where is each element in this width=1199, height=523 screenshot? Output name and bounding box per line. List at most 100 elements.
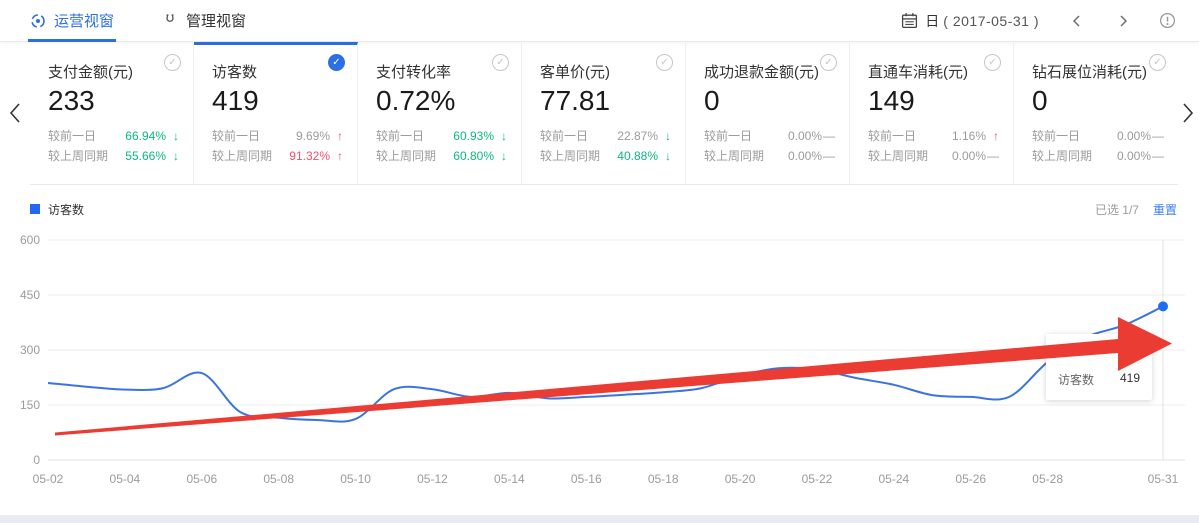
svg-text:05-02: 05-02: [33, 472, 64, 486]
svg-text:05-16: 05-16: [571, 472, 602, 486]
management-window-icon: [162, 13, 178, 29]
compare-value: 0.00%: [788, 129, 822, 143]
svg-text:05-31: 05-31: [1148, 472, 1179, 486]
line-chart[interactable]: 015030045060005-0205-0405-0605-0805-1005…: [0, 224, 1199, 523]
card-title: 成功退款金额(元): [704, 61, 835, 82]
compare-label: 较前一日: [376, 129, 424, 143]
card-value: 77.81: [540, 83, 671, 119]
prev-date-button[interactable]: [1069, 13, 1085, 29]
svg-text:05-10: 05-10: [340, 472, 371, 486]
svg-text:150: 150: [20, 398, 40, 412]
card-title: 钻石展位消耗(元): [1032, 61, 1164, 82]
date-controls: 日 ( 2017-05-31 ): [901, 11, 1176, 31]
card-value: 0: [1032, 83, 1164, 119]
metric-cards-row: ✓ 支付金额(元) 233 较前一日66.94%↓ 较上周同期55.66%↓ ✓…: [30, 42, 1178, 185]
trend-arrow-icon: —: [986, 149, 999, 163]
compare-label: 较前一日: [704, 129, 752, 143]
compare-label: 较上周同期: [48, 149, 108, 163]
compare-label: 较前一日: [48, 129, 96, 143]
chart-legend-bar: 访客数 已选 1/7 重置: [30, 197, 1177, 221]
chevron-right-icon: [1115, 13, 1131, 29]
compare-label: 较前一日: [540, 129, 588, 143]
svg-text:05-22: 05-22: [802, 472, 833, 486]
metric-card-visitors[interactable]: ✓ 访客数 419 较前一日9.69%↑ 较上周同期91.32%↑: [194, 42, 358, 184]
trend-arrow-icon: —: [822, 129, 835, 143]
cards-scroll-right-button[interactable]: [1180, 100, 1196, 131]
card-check-icon[interactable]: ✓: [164, 54, 181, 71]
next-date-button[interactable]: [1115, 13, 1131, 29]
trend-arrow-icon: —: [1151, 149, 1164, 163]
card-title: 访客数: [212, 61, 343, 82]
calendar-icon[interactable]: [901, 12, 918, 29]
svg-text:05-08: 05-08: [263, 472, 294, 486]
compare-value: 0.00%: [1117, 129, 1151, 143]
compare-value: 40.88%: [617, 149, 658, 163]
svg-text:05-04: 05-04: [110, 472, 141, 486]
trend-arrow-icon: ↑: [986, 129, 999, 143]
card-check-icon[interactable]: ✓: [328, 54, 345, 71]
tab-management-window[interactable]: 管理视窗: [162, 0, 246, 41]
card-check-icon[interactable]: ✓: [820, 54, 837, 71]
compare-label: 较前一日: [212, 129, 260, 143]
date-granularity[interactable]: 日: [925, 11, 939, 31]
compare-label: 较上周同期: [868, 149, 928, 163]
cards-scroll-left-button[interactable]: [7, 100, 23, 131]
compare-label: 较上周同期: [1032, 149, 1092, 163]
compare-value: 22.87%: [617, 129, 658, 143]
compare-label: 较前一日: [1032, 129, 1080, 143]
compare-value: 60.80%: [453, 149, 494, 163]
metric-card-price-per-order[interactable]: ✓ 客单价(元) 77.81 较前一日22.87%↓ 较上周同期40.88%↓: [522, 42, 686, 184]
compare-label: 较上周同期: [212, 149, 272, 163]
svg-text:05-12: 05-12: [417, 472, 448, 486]
top-tab-bar: 运营视窗 管理视窗 日 ( 2017-05-31 ): [0, 0, 1199, 42]
metric-card-payment-amount[interactable]: ✓ 支付金额(元) 233 较前一日66.94%↓ 较上周同期55.66%↓: [30, 42, 194, 184]
trend-arrow-icon: ↓: [166, 129, 179, 143]
tooltip-date: 05-31: [1058, 343, 1140, 357]
trend-arrow-icon: —: [1151, 129, 1164, 143]
card-check-icon[interactable]: ✓: [1149, 54, 1166, 71]
chevron-left-icon: [1069, 13, 1085, 29]
card-title: 直通车消耗(元): [868, 61, 999, 82]
metric-card-diamond-spend[interactable]: ✓ 钻石展位消耗(元) 0 较前一日 0.00%— 较上周同期 0.00%—: [1014, 42, 1178, 184]
svg-text:05-14: 05-14: [494, 472, 525, 486]
trend-arrow-icon: ↑: [330, 149, 343, 163]
compare-value: 0.00%: [1117, 149, 1151, 163]
trend-arrow-icon: —: [822, 149, 835, 163]
card-value: 233: [48, 83, 179, 119]
metric-card-conversion-rate[interactable]: ✓ 支付转化率 0.72% 较前一日60.93%↓ 较上周同期60.80%↓: [358, 42, 522, 184]
svg-text:05-24: 05-24: [879, 472, 910, 486]
compare-value: 0.00%: [788, 149, 822, 163]
trend-arrow-icon: ↑: [330, 129, 343, 143]
card-value: 0.72%: [376, 83, 507, 119]
date-value: ( 2017-05-31 ): [943, 13, 1039, 29]
card-check-icon[interactable]: ✓: [492, 54, 509, 71]
compare-value: 0.00%: [952, 149, 986, 163]
chevron-right-icon: [1180, 100, 1196, 126]
tab-label: 管理视窗: [186, 10, 246, 31]
card-check-icon[interactable]: ✓: [984, 54, 1001, 71]
trend-arrow-icon: ↓: [658, 149, 671, 163]
compare-label: 较上周同期: [540, 149, 600, 163]
svg-text:05-18: 05-18: [648, 472, 679, 486]
metric-card-ztc-spend[interactable]: ✓ 直通车消耗(元) 149 较前一日1.16%↑ 较上周同期0.00%—: [850, 42, 1014, 184]
card-value: 419: [212, 83, 343, 119]
chevron-left-icon: [7, 100, 23, 126]
reset-link[interactable]: 重置: [1153, 201, 1177, 218]
svg-text:300: 300: [20, 343, 40, 357]
operations-window-icon: [30, 13, 46, 29]
info-button[interactable]: [1159, 12, 1176, 29]
svg-text:600: 600: [20, 233, 40, 247]
selected-count: 已选 1/7: [1095, 201, 1139, 218]
compare-label: 较上周同期: [376, 149, 436, 163]
trend-arrow-icon: ↓: [494, 149, 507, 163]
card-title: 客单价(元): [540, 61, 671, 82]
compare-value: 91.32%: [289, 149, 330, 163]
compare-value: 60.93%: [453, 129, 494, 143]
metric-card-refund-amount[interactable]: ✓ 成功退款金额(元) 0 较前一日0.00%— 较上周同期0.00%—: [686, 42, 850, 184]
card-check-icon[interactable]: ✓: [656, 54, 673, 71]
svg-text:450: 450: [20, 288, 40, 302]
tab-operations-window[interactable]: 运营视窗: [30, 0, 114, 41]
compare-value: 1.16%: [952, 129, 986, 143]
svg-text:05-06: 05-06: [186, 472, 217, 486]
legend-series-label[interactable]: 访客数: [48, 201, 84, 218]
